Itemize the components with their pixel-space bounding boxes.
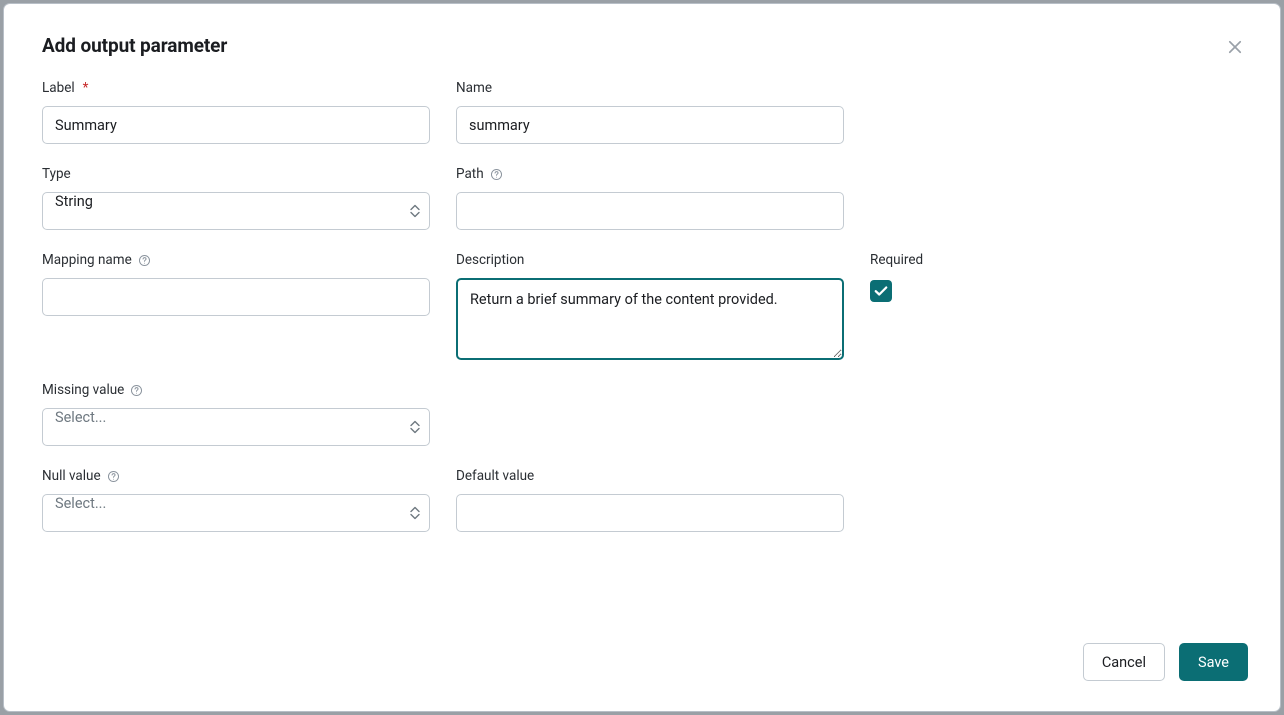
name-input[interactable] xyxy=(456,106,844,144)
label-null-value-text: Null value xyxy=(42,468,101,484)
modal-title: Add output parameter xyxy=(42,34,227,57)
label-input[interactable] xyxy=(42,106,430,144)
field-null-value: Null value Select... xyxy=(42,468,430,532)
field-type: Type String xyxy=(42,166,430,230)
help-icon xyxy=(138,254,151,267)
label-required: Required xyxy=(870,252,1258,268)
save-button[interactable]: Save xyxy=(1179,643,1248,681)
help-icon xyxy=(490,168,503,181)
field-description: Description xyxy=(456,252,844,360)
label-missing-value: Missing value xyxy=(42,382,430,398)
null-value-select[interactable]: Select... xyxy=(42,494,430,532)
modal-header: Add output parameter xyxy=(42,34,1248,60)
label-label-text: Label xyxy=(42,80,75,96)
field-required: Required xyxy=(870,252,1258,302)
label-missing-value-text: Missing value xyxy=(42,382,124,398)
help-icon xyxy=(130,384,143,397)
label-mapping-name-text: Mapping name xyxy=(42,252,132,268)
label-label: Label * xyxy=(42,80,430,96)
label-null-value: Null value xyxy=(42,468,430,484)
field-missing-value: Missing value Select... xyxy=(42,382,430,446)
label-name: Name xyxy=(456,80,844,96)
modal-footer: Cancel Save xyxy=(42,643,1248,681)
cancel-button[interactable]: Cancel xyxy=(1083,643,1165,681)
field-default-value: Default value xyxy=(456,468,844,532)
field-label: Label * xyxy=(42,80,430,144)
type-select[interactable]: String xyxy=(42,192,430,230)
required-checkbox[interactable] xyxy=(870,280,892,302)
description-textarea[interactable] xyxy=(456,278,844,360)
label-path: Path xyxy=(456,166,844,182)
close-button[interactable] xyxy=(1222,34,1248,60)
label-default-value: Default value xyxy=(456,468,844,484)
help-icon xyxy=(107,470,120,483)
field-mapping-name: Mapping name xyxy=(42,252,430,316)
default-value-input[interactable] xyxy=(456,494,844,532)
add-output-parameter-modal: Add output parameter Label * Name Type xyxy=(4,4,1280,711)
label-path-text: Path xyxy=(456,166,484,182)
field-name: Name xyxy=(456,80,844,144)
label-mapping-name: Mapping name xyxy=(42,252,430,268)
field-path: Path xyxy=(456,166,844,230)
label-type: Type xyxy=(42,166,430,182)
mapping-name-input[interactable] xyxy=(42,278,430,316)
missing-value-select[interactable]: Select... xyxy=(42,408,430,446)
check-icon xyxy=(874,282,888,301)
required-star: * xyxy=(83,80,89,96)
form-grid: Label * Name Type String Path xyxy=(42,80,1248,532)
close-icon xyxy=(1226,44,1244,59)
path-input[interactable] xyxy=(456,192,844,230)
label-description: Description xyxy=(456,252,844,268)
